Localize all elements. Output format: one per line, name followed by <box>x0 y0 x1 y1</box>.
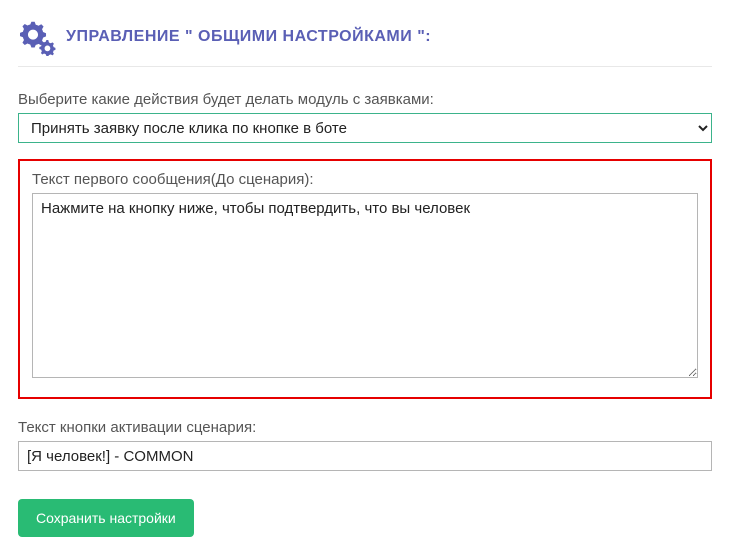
page-header: УПРАВЛЕНИЕ " ОБЩИМИ НАСТРОЙКАМИ ": <box>18 18 712 56</box>
gears-icon <box>18 18 56 56</box>
first-message-label: Текст первого сообщения(До сценария): <box>32 171 698 188</box>
page-title: УПРАВЛЕНИЕ " ОБЩИМИ НАСТРОЙКАМИ ": <box>66 28 431 46</box>
first-message-highlight-box: Текст первого сообщения(До сценария): <box>18 159 712 399</box>
section-divider <box>18 66 712 67</box>
button-text-label: Текст кнопки активации сценария: <box>18 419 712 436</box>
action-label: Выберите какие действия будет делать мод… <box>18 91 712 108</box>
save-button[interactable]: Сохранить настройки <box>18 499 194 537</box>
action-select[interactable]: Принять заявку после клика по кнопке в б… <box>18 113 712 143</box>
action-field-group: Выберите какие действия будет делать мод… <box>18 91 712 143</box>
button-text-field-group: Текст кнопки активации сценария: <box>18 419 712 471</box>
button-text-input[interactable] <box>18 441 712 471</box>
first-message-textarea[interactable] <box>32 193 698 378</box>
